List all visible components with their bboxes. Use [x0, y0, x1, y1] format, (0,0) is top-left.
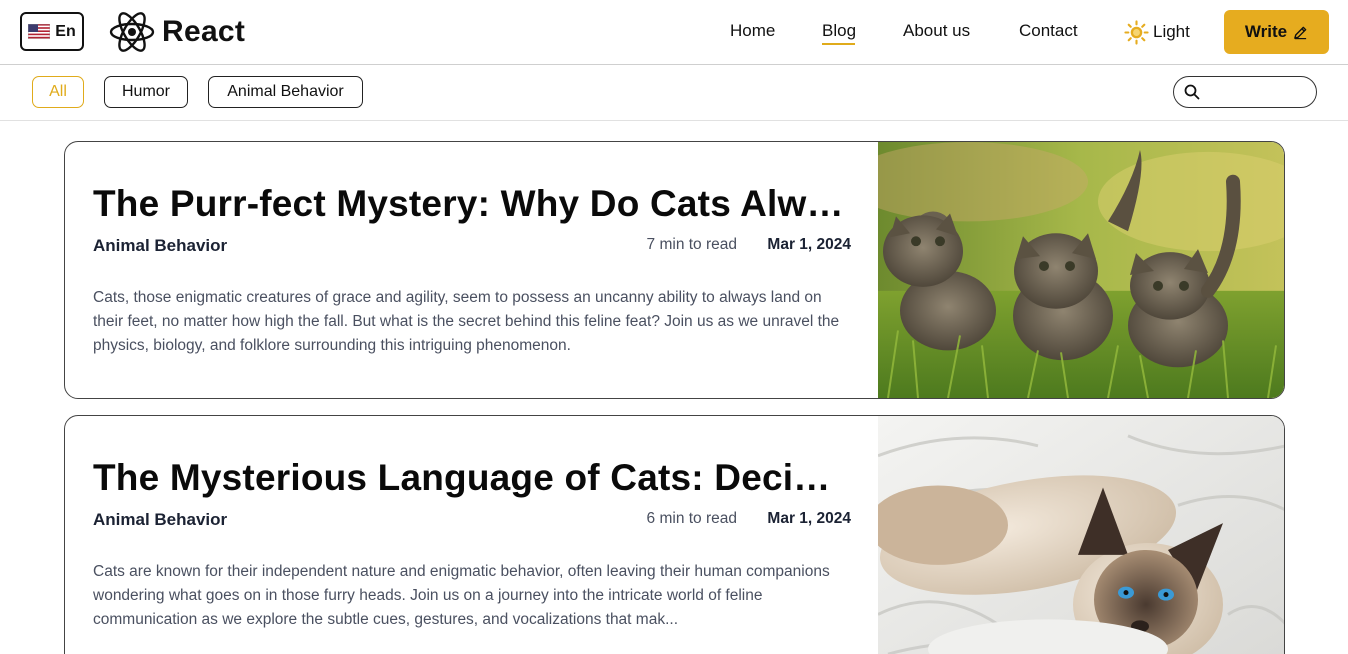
post-title[interactable]: The Mysterious Language of Cats: Deciph.…: [93, 456, 853, 500]
filter-chip-humor[interactable]: Humor: [104, 76, 188, 108]
language-label: En: [55, 22, 76, 40]
post-card[interactable]: The Mysterious Language of Cats: Deciph.…: [64, 415, 1285, 654]
nav-blog-link[interactable]: Blog: [822, 20, 856, 42]
us-flag-icon: [28, 24, 51, 39]
nav-home-link[interactable]: Home: [730, 20, 775, 42]
post-category: Animal Behavior: [93, 510, 228, 529]
post-excerpt: Cats are known for their independent nat…: [93, 563, 830, 628]
pencil-icon: [1294, 26, 1307, 39]
react-logo-icon: [109, 12, 155, 52]
write-button[interactable]: Write: [1224, 10, 1329, 54]
post-title[interactable]: The Purr-fect Mystery: Why Do Cats Alwa.…: [93, 182, 853, 226]
post-category: Animal Behavior: [93, 236, 228, 255]
nav-about-link[interactable]: About us: [903, 20, 970, 42]
nav-contact-link[interactable]: Contact: [1019, 20, 1078, 42]
post-image-kittens[interactable]: [878, 142, 1284, 398]
sun-icon: [1124, 19, 1149, 45]
brand-name: React: [162, 15, 246, 48]
language-switcher[interactable]: En: [20, 12, 84, 51]
post-date: Mar 1, 2024: [767, 236, 851, 253]
post-excerpt: Cats, those enigmatic creatures of grace…: [93, 289, 840, 354]
theme-toggle-label: Light: [1153, 22, 1190, 41]
siamese-cat-photo: [878, 416, 1284, 654]
search-icon: [1184, 84, 1200, 100]
post-image-siamese-cat[interactable]: [878, 416, 1284, 654]
post-read-time: 7 min to read: [646, 236, 737, 253]
theme-toggle-button[interactable]: Light: [1124, 18, 1190, 46]
search-input[interactable]: [1208, 81, 1308, 103]
top-navbar: En React Home Blog About us Contact Ligh…: [0, 0, 1348, 65]
post-card[interactable]: The Purr-fect Mystery: Why Do Cats Alwa.…: [64, 141, 1285, 399]
kittens-photo: [878, 142, 1284, 398]
brand-logo-link[interactable]: React: [108, 10, 245, 54]
category-filter-bar: All Humor Animal Behavior: [0, 65, 1348, 121]
filter-chip-animal-behavior[interactable]: Animal Behavior: [208, 76, 363, 108]
search-box[interactable]: [1173, 76, 1317, 108]
filter-chip-all[interactable]: All: [32, 76, 84, 108]
nav-active-indicator: [822, 43, 855, 45]
write-button-label: Write: [1244, 22, 1288, 41]
post-date: Mar 1, 2024: [767, 510, 851, 527]
post-read-time: 6 min to read: [646, 510, 737, 527]
